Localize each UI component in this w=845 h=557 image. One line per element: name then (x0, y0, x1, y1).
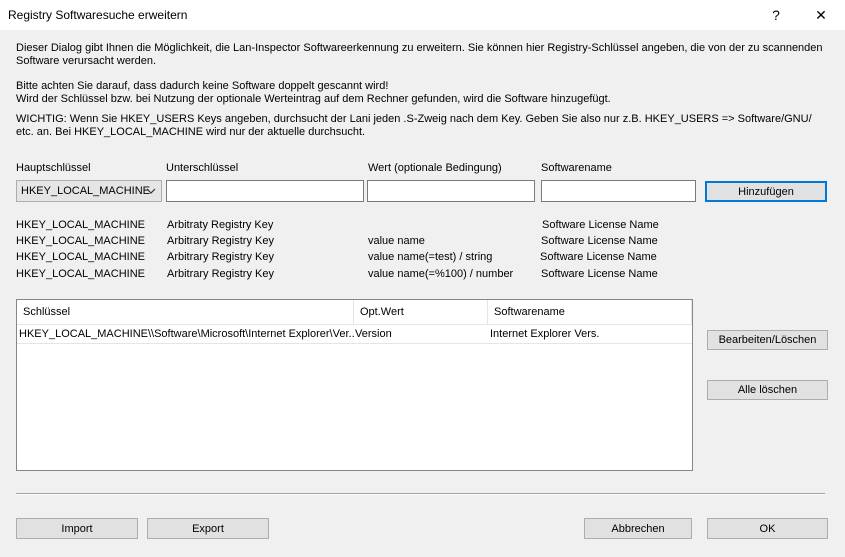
footer-divider-highlight (16, 494, 825, 495)
value-label: Wert (optionale Bedingung) (368, 162, 502, 174)
ok-button[interactable]: OK (707, 518, 828, 539)
export-button[interactable]: Export (147, 518, 269, 539)
row-key: HKEY_LOCAL_MACHINE\\Software\Microsoft\I… (19, 328, 354, 340)
list-header: Schlüssel Opt.Wert Softwarename (17, 300, 692, 325)
intro-text-2a: Bitte achten Sie darauf, dass dadurch ke… (16, 80, 389, 92)
example-value: value name(=%100) / number (368, 268, 514, 280)
row-value: Version (355, 328, 392, 340)
example-name: Software License Name (540, 251, 657, 263)
software-name-input[interactable] (541, 180, 696, 202)
edit-delete-button[interactable]: Bearbeiten/Löschen (707, 330, 828, 350)
intro-text-1a: Dieser Dialog gibt Ihnen die Möglichkeit… (16, 42, 823, 54)
add-button[interactable]: Hinzufügen (705, 181, 827, 202)
column-header-name-label: Softwarename (494, 306, 565, 318)
column-header-value-label: Opt.Wert (360, 306, 404, 318)
row-name: Internet Explorer Vers. (490, 328, 600, 340)
column-header-name[interactable]: Softwarename (488, 300, 692, 324)
example-sub: Arbitrary Registry Key (167, 268, 274, 280)
intro-text-1b: Software verursacht werden. (16, 55, 157, 67)
example-sub: Arbitraty Registry Key (167, 219, 274, 231)
example-main: HKEY_LOCAL_MACHINE (16, 268, 145, 280)
example-name: Software License Name (542, 219, 659, 231)
software-name-label: Softwarename (541, 162, 612, 174)
example-main: HKEY_LOCAL_MACHINE (16, 251, 145, 263)
close-icon: ✕ (815, 6, 827, 23)
value-input[interactable] (367, 180, 535, 202)
example-value: value name (368, 235, 425, 247)
intro-text-3b: etc. an. Bei HKEY_LOCAL_MACHINE wird nur… (16, 126, 366, 138)
registry-key-list[interactable]: Schlüssel Opt.Wert Softwarename HKEY_LOC… (16, 299, 693, 471)
example-main: HKEY_LOCAL_MACHINE (16, 219, 145, 231)
table-row[interactable]: HKEY_LOCAL_MACHINE\\Software\Microsoft\I… (17, 326, 692, 343)
chevron-down-icon (146, 188, 156, 194)
row-separator (17, 343, 692, 344)
example-name: Software License Name (541, 235, 658, 247)
sub-key-input[interactable] (166, 180, 364, 202)
title-bar: Registry Softwaresuche erweitern ? ✕ (0, 0, 845, 30)
delete-all-button[interactable]: Alle löschen (707, 380, 828, 400)
example-name: Software License Name (541, 268, 658, 280)
column-header-key[interactable]: Schlüssel (17, 300, 354, 324)
close-button[interactable]: ✕ (806, 2, 836, 28)
window-title: Registry Softwaresuche erweitern (8, 8, 188, 22)
main-key-selected: HKEY_LOCAL_MACHINE (21, 185, 150, 197)
main-key-label: Hauptschlüssel (16, 162, 91, 174)
help-button[interactable]: ? (761, 2, 791, 28)
column-header-key-label: Schlüssel (23, 306, 71, 318)
column-header-value[interactable]: Opt.Wert (354, 300, 488, 324)
example-value: value name(=test) / string (368, 251, 493, 263)
intro-text-2b: Wird der Schlüssel bzw. bei Nutzung der … (16, 93, 611, 105)
main-key-select[interactable]: HKEY_LOCAL_MACHINE (16, 180, 162, 202)
example-sub: Arbitrary Registry Key (167, 251, 274, 263)
cancel-button[interactable]: Abbrechen (584, 518, 692, 539)
example-main: HKEY_LOCAL_MACHINE (16, 235, 145, 247)
example-sub: Arbitrary Registry Key (167, 235, 274, 247)
intro-text-3a: WICHTIG: Wenn Sie HKEY_USERS Keys angebe… (16, 113, 812, 125)
import-button[interactable]: Import (16, 518, 138, 539)
help-icon: ? (772, 7, 780, 23)
sub-key-label: Unterschlüssel (166, 162, 239, 174)
